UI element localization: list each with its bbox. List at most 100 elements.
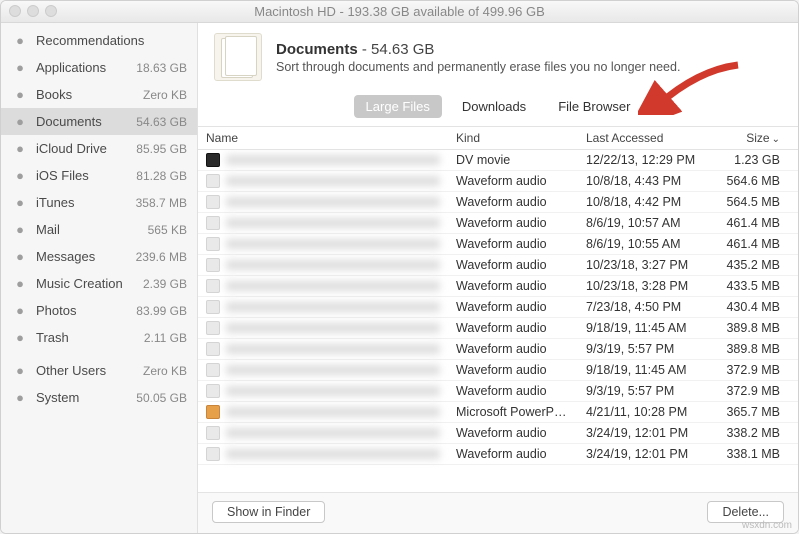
zoom-icon[interactable] <box>45 5 57 17</box>
file-date: 3/24/19, 12:01 PM <box>578 422 718 444</box>
file-date: 10/23/18, 3:28 PM <box>578 275 718 297</box>
table-row[interactable]: Waveform audio 8/6/19, 10:55 AM 461.4 MB <box>198 234 798 255</box>
file-date: 7/23/18, 4:50 PM <box>578 296 718 318</box>
sidebar-item-mail[interactable]: ● Mail 565 KB <box>1 216 197 243</box>
file-date: 9/3/19, 5:57 PM <box>578 338 718 360</box>
window-title: Macintosh HD - 193.38 GB available of 49… <box>254 4 545 19</box>
sidebar-item-size: 54.63 GB <box>136 115 187 129</box>
table-row[interactable]: Waveform audio 3/24/19, 12:01 PM 338.2 M… <box>198 423 798 444</box>
sidebar-item-trash[interactable]: ● Trash 2.11 GB <box>1 324 197 351</box>
table-row[interactable]: Waveform audio 10/8/18, 4:43 PM 564.6 MB <box>198 171 798 192</box>
file-kind: Waveform audio <box>448 380 578 402</box>
file-size: 564.5 MB <box>718 191 798 213</box>
table-row[interactable]: Microsoft PowerP… 4/21/11, 10:28 PM 365.… <box>198 402 798 423</box>
traffic-lights <box>9 5 57 17</box>
sidebar-item-label: iOS Files <box>36 168 129 183</box>
sidebar-item-label: Recommendations <box>36 33 180 48</box>
sidebar-item-label: iCloud Drive <box>36 141 129 156</box>
sidebar-item-size: 81.28 GB <box>136 169 187 183</box>
file-name-redacted <box>226 323 440 333</box>
file-kind: Waveform audio <box>448 359 578 381</box>
icloud-icon: ● <box>11 140 29 158</box>
file-icon <box>206 174 220 188</box>
sidebar-item-ios-files[interactable]: ● iOS Files 81.28 GB <box>1 162 197 189</box>
file-date: 10/23/18, 3:27 PM <box>578 254 718 276</box>
sidebar: ● Recommendations ● Applications 18.63 G… <box>1 23 198 533</box>
sidebar-item-books[interactable]: ● Books Zero KB <box>1 81 197 108</box>
sidebar-item-label: Trash <box>36 330 137 345</box>
col-kind[interactable]: Kind <box>448 127 578 149</box>
table-row[interactable]: Waveform audio 9/3/19, 5:57 PM 372.9 MB <box>198 381 798 402</box>
tab-downloads[interactable]: Downloads <box>450 95 538 118</box>
file-icon <box>206 300 220 314</box>
sidebar-item-label: Photos <box>36 303 129 318</box>
file-date: 8/6/19, 10:57 AM <box>578 212 718 234</box>
table-row[interactable]: Waveform audio 10/23/18, 3:27 PM 435.2 M… <box>198 255 798 276</box>
sidebar-item-size: 83.99 GB <box>136 304 187 318</box>
file-name-redacted <box>226 302 440 312</box>
file-icon <box>206 237 220 251</box>
sidebar-item-music-creation[interactable]: ● Music Creation 2.39 GB <box>1 270 197 297</box>
sidebar-item-system[interactable]: ● System 50.05 GB <box>1 384 197 411</box>
close-icon[interactable] <box>9 5 21 17</box>
tabs: Large Files Downloads File Browser <box>198 91 798 126</box>
sidebar-item-documents[interactable]: ● Documents 54.63 GB <box>1 108 197 135</box>
file-kind: Waveform audio <box>448 275 578 297</box>
main-pane: Documents - 54.63 GB Sort through docume… <box>198 23 798 533</box>
sidebar-item-photos[interactable]: ● Photos 83.99 GB <box>1 297 197 324</box>
file-name-redacted <box>226 407 440 417</box>
documents-icon <box>214 33 262 81</box>
tab-large-files[interactable]: Large Files <box>354 95 442 118</box>
sidebar-item-itunes[interactable]: ● iTunes 358.7 MB <box>1 189 197 216</box>
file-icon <box>206 258 220 272</box>
file-date: 3/24/19, 12:01 PM <box>578 443 718 465</box>
file-name-redacted <box>226 344 440 354</box>
file-kind: Waveform audio <box>448 296 578 318</box>
file-size: 461.4 MB <box>718 233 798 255</box>
table-row[interactable]: Waveform audio 8/6/19, 10:57 AM 461.4 MB <box>198 213 798 234</box>
pane-header: Documents - 54.63 GB Sort through docume… <box>198 23 798 91</box>
file-date: 9/18/19, 11:45 AM <box>578 359 718 381</box>
table-row[interactable]: Waveform audio 7/23/18, 4:50 PM 430.4 MB <box>198 297 798 318</box>
file-kind: Waveform audio <box>448 191 578 213</box>
sidebar-item-size: 358.7 MB <box>136 196 187 210</box>
file-kind: Waveform audio <box>448 422 578 444</box>
sidebar-item-other-users[interactable]: ● Other Users Zero KB <box>1 357 197 384</box>
sidebar-item-label: Other Users <box>36 363 136 378</box>
file-date: 12/22/13, 12:29 PM <box>578 150 718 171</box>
file-icon <box>206 447 220 461</box>
col-size[interactable]: Size <box>718 127 798 149</box>
file-name-redacted <box>226 260 440 270</box>
file-icon <box>206 153 220 167</box>
watermark: wsxdn.com <box>742 520 792 531</box>
documents-icon: ● <box>11 113 29 131</box>
file-kind: Waveform audio <box>448 317 578 339</box>
apps-icon: ● <box>11 59 29 77</box>
tab-file-browser[interactable]: File Browser <box>546 95 642 118</box>
col-name[interactable]: Name <box>198 127 448 149</box>
sidebar-item-icloud-drive[interactable]: ● iCloud Drive 85.95 GB <box>1 135 197 162</box>
sidebar-item-applications[interactable]: ● Applications 18.63 GB <box>1 54 197 81</box>
show-in-finder-button[interactable]: Show in Finder <box>212 501 325 523</box>
minimize-icon[interactable] <box>27 5 39 17</box>
file-date: 10/8/18, 4:43 PM <box>578 170 718 192</box>
table-row[interactable]: Waveform audio 9/18/19, 11:45 AM 372.9 M… <box>198 360 798 381</box>
table-row[interactable]: Waveform audio 10/8/18, 4:42 PM 564.5 MB <box>198 192 798 213</box>
books-icon: ● <box>11 86 29 104</box>
table-row[interactable]: Waveform audio 9/18/19, 11:45 AM 389.8 M… <box>198 318 798 339</box>
table-row[interactable]: Waveform audio 9/3/19, 5:57 PM 389.8 MB <box>198 339 798 360</box>
window-body: ● Recommendations ● Applications 18.63 G… <box>1 23 798 533</box>
col-date[interactable]: Last Accessed <box>578 127 718 149</box>
table-row[interactable]: Waveform audio 10/23/18, 3:28 PM 433.5 M… <box>198 276 798 297</box>
table-row[interactable]: Waveform audio 3/24/19, 12:01 PM 338.1 M… <box>198 444 798 465</box>
file-kind: Waveform audio <box>448 212 578 234</box>
lightbulb-icon: ● <box>11 32 29 50</box>
file-name-redacted <box>226 197 440 207</box>
file-name-redacted <box>226 365 440 375</box>
sidebar-item-recommendations[interactable]: ● Recommendations <box>1 27 197 54</box>
file-name-redacted <box>226 449 440 459</box>
pane-subtitle: Sort through documents and permanently e… <box>276 60 680 74</box>
sidebar-item-messages[interactable]: ● Messages 239.6 MB <box>1 243 197 270</box>
table-row[interactable]: DV movie 12/22/13, 12:29 PM 1.23 GB <box>198 150 798 171</box>
titlebar[interactable]: Macintosh HD - 193.38 GB available of 49… <box>1 1 798 23</box>
